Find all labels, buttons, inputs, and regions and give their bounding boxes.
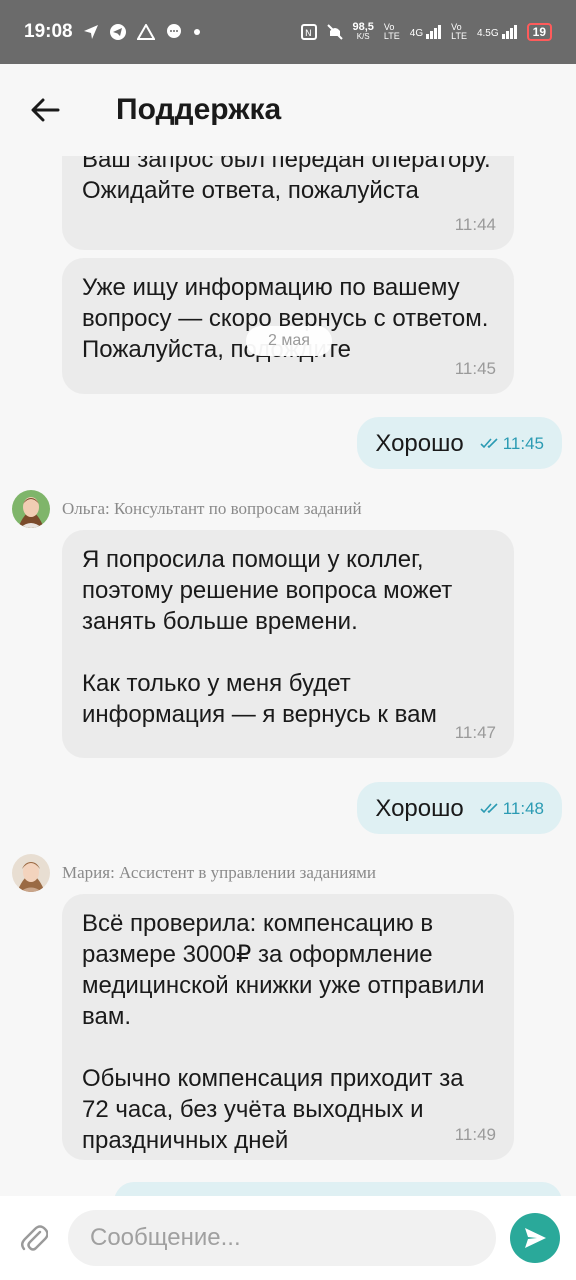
avatar-maria bbox=[12, 854, 50, 892]
status-bar: 19:08 N 98,5 K/S Vo LTE 4G Vo LTE 4.5G 19 bbox=[0, 0, 576, 64]
sender-header: Ольга: Консультант по вопросам заданий bbox=[12, 490, 362, 528]
sender-header: Мария: Ассистент в управлении заданиями bbox=[12, 854, 376, 892]
volte-icon: Vo LTE bbox=[451, 22, 467, 41]
double-check-icon bbox=[480, 438, 498, 449]
message-time: 11:45 bbox=[480, 428, 544, 459]
mute-icon bbox=[326, 24, 343, 40]
navigation-arrow-icon bbox=[83, 25, 98, 39]
avatar[interactable] bbox=[12, 490, 50, 528]
paperclip-icon bbox=[21, 1225, 48, 1251]
attach-button[interactable] bbox=[0, 1196, 68, 1280]
dot-icon bbox=[193, 29, 200, 35]
avatar[interactable] bbox=[12, 854, 50, 892]
date-separator: 2 мая bbox=[246, 326, 332, 356]
sender-name: Ольга: Консультант по вопросам заданий bbox=[62, 499, 362, 518]
incoming-message: Всё проверила: компенсацию в размере 300… bbox=[62, 894, 514, 1160]
signal-4.5g-icon: 4.5G bbox=[477, 25, 517, 39]
status-time: 19:08 bbox=[24, 21, 73, 42]
message-input[interactable] bbox=[68, 1210, 496, 1266]
chat-area[interactable]: 2 мая Ваш запрос был передан оператору. … bbox=[0, 156, 576, 1196]
back-arrow-icon bbox=[31, 98, 60, 122]
volte-icon: Vo LTE bbox=[383, 22, 400, 41]
outgoing-message-partial bbox=[114, 1182, 562, 1196]
page-title: Поддержка bbox=[116, 93, 282, 126]
message-time: 11:47 bbox=[454, 723, 496, 742]
svg-text:N: N bbox=[305, 29, 312, 39]
outgoing-message: Хорошо 11:48 bbox=[357, 782, 562, 834]
sender-name: Мария: Ассистент в управлении заданиями bbox=[62, 863, 377, 882]
back-button[interactable] bbox=[0, 64, 90, 156]
telegram-icon bbox=[109, 24, 126, 40]
alert-icon bbox=[136, 24, 155, 40]
send-icon bbox=[525, 1228, 546, 1248]
battery-icon: 19 bbox=[526, 23, 552, 41]
message-composer bbox=[0, 1196, 576, 1280]
double-check-icon bbox=[480, 803, 498, 814]
outgoing-message: Хорошо 11:45 bbox=[357, 417, 562, 469]
app-header: Поддержка bbox=[0, 64, 576, 156]
send-button[interactable] bbox=[510, 1213, 560, 1263]
message-time: 11:45 bbox=[454, 359, 496, 378]
incoming-message: Ваш запрос был передан оператору. Ожидай… bbox=[62, 156, 514, 250]
chat-bubble-icon bbox=[166, 24, 181, 38]
incoming-message: Я попросила помощи у коллег, поэтому реш… bbox=[62, 530, 514, 758]
message-time: 11:49 bbox=[454, 1125, 496, 1144]
message-time: 11:48 bbox=[480, 793, 544, 824]
message-time: 11:44 bbox=[454, 215, 496, 234]
signal-4g-icon: 4G bbox=[410, 25, 442, 39]
speed-readout: 98,5 K/S bbox=[352, 21, 374, 42]
avatar-olga bbox=[12, 490, 50, 528]
nfc-icon: N bbox=[300, 24, 317, 40]
